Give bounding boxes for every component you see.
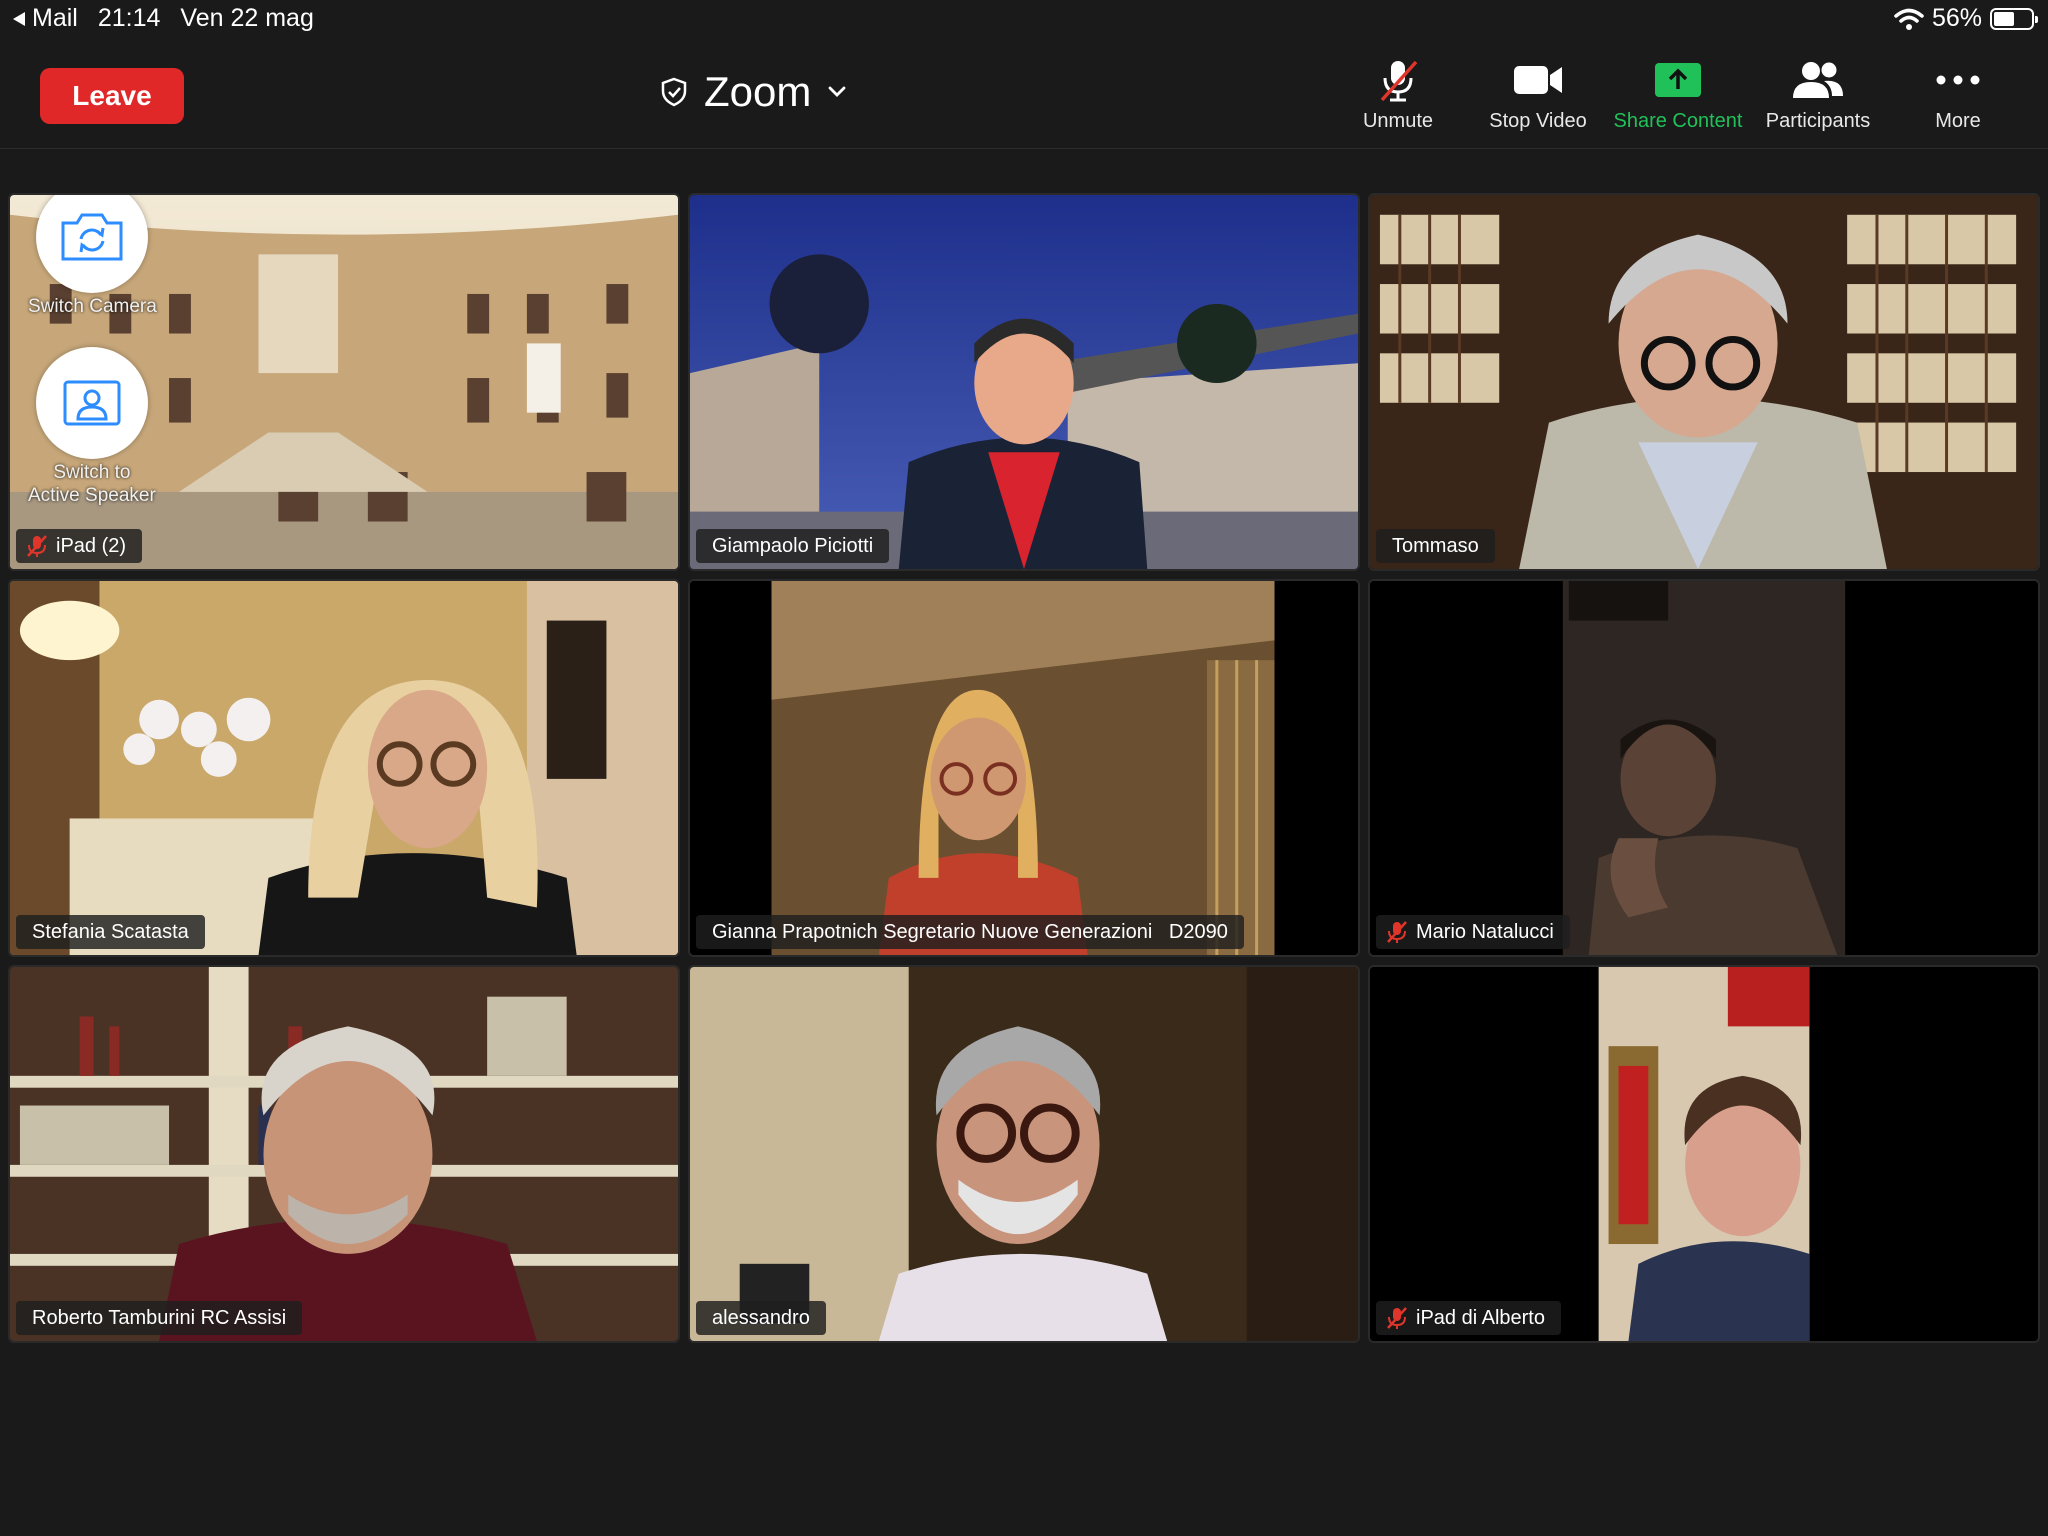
switch-camera-icon bbox=[61, 213, 123, 261]
video-frame-office bbox=[690, 967, 1358, 1341]
unmute-label: Unmute bbox=[1362, 110, 1434, 132]
share-content-label: Share Content bbox=[1613, 110, 1743, 132]
back-triangle-icon bbox=[13, 11, 25, 26]
participant-name: Gianna Prapotnich Segretario Nuove Gener… bbox=[712, 920, 1228, 943]
more-dots-icon bbox=[1936, 75, 1980, 85]
switch-active-speaker-button[interactable]: Switch to Active Speaker bbox=[28, 347, 156, 507]
participant-name-tag: Mario Natalucci bbox=[1376, 915, 1570, 949]
participant-name-tag: Giampaolo Piciotti bbox=[696, 529, 890, 563]
share-content-button[interactable]: Share Content bbox=[1608, 54, 1748, 144]
chevron-down-icon bbox=[828, 86, 846, 97]
stop-video-label: Stop Video bbox=[1489, 110, 1587, 132]
battery-icon bbox=[1990, 7, 2038, 30]
participant-name: Roberto Tamburini RC Assisi bbox=[32, 1306, 287, 1329]
participant-name: Stefania Scatasta bbox=[32, 920, 189, 943]
mic-muted-icon bbox=[1387, 921, 1407, 943]
video-tile-tommaso[interactable]: Tommaso bbox=[1368, 193, 2040, 571]
meeting-toolbar: Leave Zoom Unmute Stop Video Share Conte… bbox=[0, 38, 2048, 149]
video-tile-ipad-2[interactable]: Switch Camera Switch to Active Speaker i… bbox=[8, 193, 680, 571]
switch-speaker-label-line2: Active Speaker bbox=[28, 485, 156, 506]
more-label: More bbox=[1935, 110, 1981, 132]
participants-icon bbox=[1793, 62, 1843, 98]
video-frame-living-room bbox=[10, 581, 678, 955]
participant-name-tag: iPad di Alberto bbox=[1376, 1301, 1561, 1335]
video-tile-gianna-prapotnich[interactable]: Gianna Prapotnich Segretario Nuove Gener… bbox=[688, 579, 1360, 957]
participant-name-tag: Gianna Prapotnich Segretario Nuove Gener… bbox=[696, 915, 1244, 949]
mic-muted-icon bbox=[1387, 1307, 1407, 1329]
switch-camera-button[interactable]: Switch Camera bbox=[28, 195, 157, 318]
leave-button[interactable]: Leave bbox=[40, 68, 184, 124]
active-speaker-icon bbox=[63, 380, 121, 426]
mic-muted-icon bbox=[1380, 60, 1418, 102]
video-frame-library bbox=[1370, 195, 2038, 569]
mic-muted-icon bbox=[27, 535, 47, 557]
stop-video-button[interactable]: Stop Video bbox=[1468, 54, 1608, 144]
unmute-button[interactable]: Unmute bbox=[1328, 54, 1468, 144]
meeting-title: Zoom bbox=[704, 68, 812, 115]
participants-label: Participants bbox=[1765, 110, 1871, 132]
participant-name: iPad (2) bbox=[56, 534, 127, 557]
video-tile-stefania-scatasta[interactable]: Stefania Scatasta bbox=[8, 579, 680, 957]
participant-name: Mario Natalucci bbox=[1416, 920, 1554, 943]
video-frame-night-house bbox=[690, 195, 1358, 569]
meeting-title-dropdown[interactable]: Zoom bbox=[660, 62, 847, 122]
participant-name: Giampaolo Piciotti bbox=[712, 534, 874, 557]
video-camera-icon bbox=[1514, 66, 1562, 94]
participant-name: alessandro bbox=[712, 1306, 810, 1329]
more-button[interactable]: More bbox=[1888, 54, 2028, 144]
video-frame-bookshelf bbox=[10, 967, 678, 1341]
participant-name-tag: Roberto Tamburini RC Assisi bbox=[16, 1301, 303, 1335]
participants-button[interactable]: Participants bbox=[1748, 54, 1888, 144]
battery-percent: 56% bbox=[1931, 4, 1982, 32]
video-frame-attic-room bbox=[690, 581, 1358, 955]
switch-speaker-label-line1: Switch to bbox=[53, 462, 131, 483]
participant-name: Tommaso bbox=[1392, 534, 1479, 557]
wifi-icon bbox=[1894, 8, 1924, 30]
participant-name-tag: Stefania Scatasta bbox=[16, 915, 205, 949]
participant-name-tag: iPad (2) bbox=[16, 529, 143, 563]
video-tile-alessandro[interactable]: alessandro bbox=[688, 965, 1360, 1343]
back-app-label: Mail bbox=[32, 4, 78, 32]
shield-check-icon bbox=[661, 77, 687, 107]
video-tile-ipad-di-alberto[interactable]: iPad di Alberto bbox=[1368, 965, 2040, 1343]
status-time: 21:14 bbox=[97, 4, 161, 32]
video-tile-mario-natalucci[interactable]: Mario Natalucci bbox=[1368, 579, 2040, 957]
participant-name-tag: alessandro bbox=[696, 1301, 826, 1335]
switch-camera-label: Switch Camera bbox=[28, 296, 157, 317]
status-bar: Mail 21:14 Ven 22 mag 56% bbox=[0, 0, 2048, 38]
participant-name: iPad di Alberto bbox=[1416, 1306, 1545, 1329]
video-frame-dark-room bbox=[1370, 581, 2038, 955]
video-tile-roberto-tamburini[interactable]: Roberto Tamburini RC Assisi bbox=[8, 965, 680, 1343]
battery-fill bbox=[1994, 11, 2015, 26]
video-tile-giampaolo-piciotti[interactable]: Giampaolo Piciotti bbox=[688, 193, 1360, 571]
participant-name-tag: Tommaso bbox=[1376, 529, 1495, 563]
video-frame-portrait-room bbox=[1370, 967, 2038, 1341]
share-screen-icon bbox=[1655, 63, 1701, 97]
video-gallery: Switch Camera Switch to Active Speaker i… bbox=[8, 193, 2040, 1343]
status-date: Ven 22 mag bbox=[180, 4, 314, 32]
back-to-app[interactable]: Mail bbox=[12, 4, 78, 33]
